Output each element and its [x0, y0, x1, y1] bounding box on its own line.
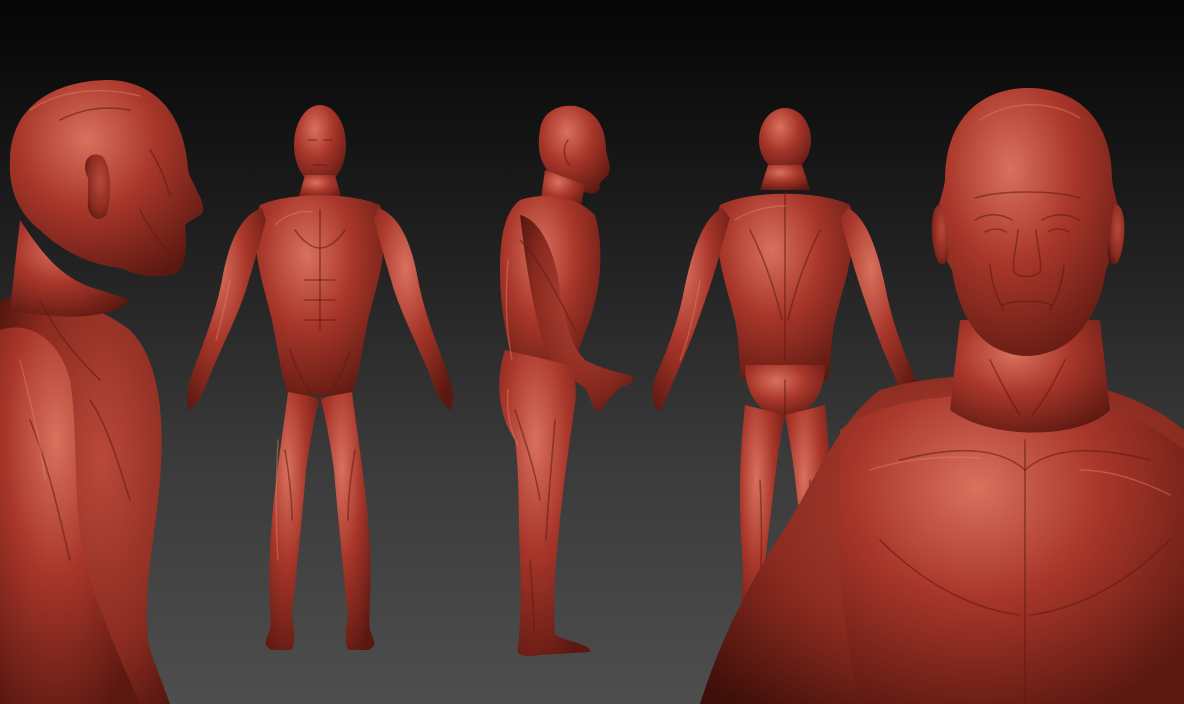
figure-head-profile-closeup — [0, 80, 204, 704]
figure-front-full-body — [187, 105, 453, 650]
figure-side-full-body — [499, 105, 633, 657]
viewport-canvas[interactable] — [0, 0, 1184, 704]
sculpt-render — [0, 80, 1184, 704]
